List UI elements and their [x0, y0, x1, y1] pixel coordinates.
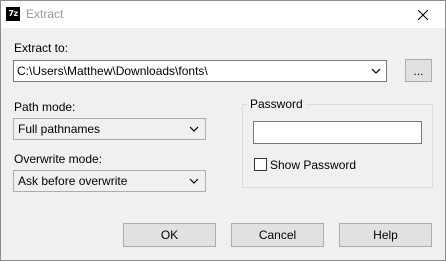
path-mode-select[interactable]: Full pathnames — [13, 118, 206, 140]
password-groupbox — [242, 104, 433, 188]
extract-dialog: 7z Extract Extract to: C:\Users\Matthew\… — [0, 0, 446, 261]
chevron-down-icon — [189, 126, 199, 132]
close-icon — [418, 9, 428, 20]
show-password-label[interactable]: Show Password — [270, 158, 356, 172]
password-group-label: Password — [247, 97, 306, 111]
chevron-down-icon — [189, 178, 199, 184]
overwrite-mode-label: Overwrite mode: — [14, 152, 103, 166]
path-mode-label: Path mode: — [14, 100, 76, 114]
window-title: Extract — [26, 7, 64, 21]
ok-button[interactable]: OK — [123, 223, 216, 247]
chevron-down-icon[interactable] — [371, 67, 381, 75]
title-bar: 7z Extract — [1, 1, 445, 28]
overwrite-mode-value: Ask before overwrite — [18, 174, 128, 188]
password-input[interactable] — [253, 121, 422, 144]
extract-to-path: C:\Users\Matthew\Downloads\fonts\ — [17, 64, 208, 78]
extract-to-combo[interactable]: C:\Users\Matthew\Downloads\fonts\ — [13, 60, 387, 82]
cancel-button[interactable]: Cancel — [231, 223, 324, 247]
browse-button[interactable]: ... — [405, 59, 432, 82]
7zip-app-icon: 7z — [6, 7, 20, 21]
extract-to-label: Extract to: — [14, 41, 69, 55]
help-button[interactable]: Help — [339, 223, 432, 247]
show-password-checkbox[interactable] — [254, 158, 267, 171]
path-mode-value: Full pathnames — [18, 122, 101, 136]
overwrite-mode-select[interactable]: Ask before overwrite — [13, 170, 206, 192]
close-button[interactable] — [401, 1, 445, 28]
